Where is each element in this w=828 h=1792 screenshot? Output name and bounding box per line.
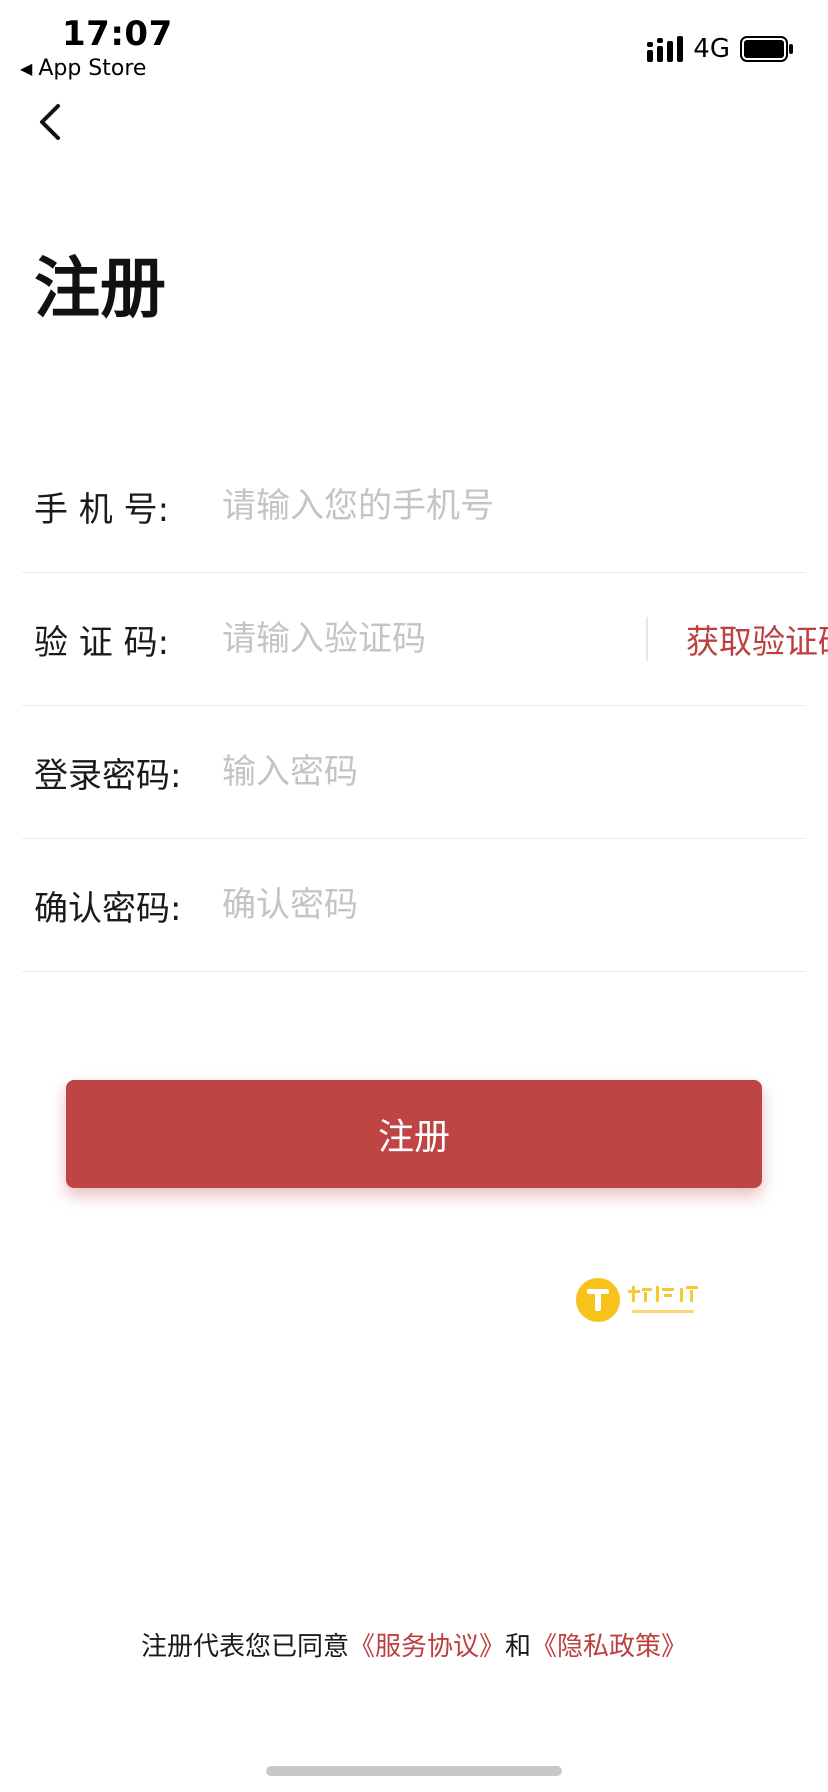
agreement-text: 注册代表您已同意《服务协议》和《隐私政策》: [0, 1626, 828, 1663]
confirm-password-label: 确认密码:: [34, 888, 182, 929]
home-indicator[interactable]: [266, 1766, 562, 1776]
battery-icon: [740, 36, 793, 62]
back-to-app-link[interactable]: ◀ App Store: [20, 56, 146, 81]
get-code-button[interactable]: 获取验证码: [686, 615, 828, 663]
phone-input[interactable]: [222, 476, 806, 536]
confirm-password-row: 确认密码:: [22, 839, 806, 972]
vertical-divider: [646, 617, 648, 661]
status-time: 17:07: [62, 14, 173, 54]
back-app-label: App Store: [38, 56, 147, 81]
status-bar: 17:07 ◀ App Store 4G: [0, 0, 828, 90]
t-logo-icon: [576, 1278, 620, 1322]
agreement-prefix: 注册代表您已同意: [140, 1632, 349, 1662]
status-indicators: 4G: [647, 34, 794, 64]
password-row: 登录密码:: [22, 706, 806, 839]
verification-code-row: 验 证 码: 获取验证码: [22, 573, 828, 706]
register-form: 手 机 号: 验 证 码: 获取验证码 登录密码: 确认密码:: [22, 440, 828, 972]
agreement-conjunction: 和: [505, 1632, 532, 1662]
watermark-logo: [576, 1278, 698, 1322]
phone-label: 手 机 号:: [34, 489, 170, 530]
verification-code-input[interactable]: [222, 609, 646, 669]
network-type-label: 4G: [693, 34, 730, 64]
cellular-signal-icon: [647, 36, 684, 62]
page-title: 注册: [34, 250, 166, 327]
password-input[interactable]: [222, 742, 806, 802]
phone-row: 手 机 号:: [22, 440, 806, 573]
register-button[interactable]: 注册: [66, 1080, 762, 1188]
back-arrow-icon[interactable]: [30, 100, 74, 144]
privacy-policy-link[interactable]: 《隐私政策》: [531, 1632, 687, 1662]
service-agreement-link[interactable]: 《服务协议》: [349, 1632, 505, 1662]
verification-code-label: 验 证 码:: [34, 622, 170, 663]
confirm-password-input[interactable]: [222, 875, 806, 935]
back-triangle-icon: ◀: [20, 58, 33, 78]
password-label: 登录密码:: [34, 755, 182, 796]
